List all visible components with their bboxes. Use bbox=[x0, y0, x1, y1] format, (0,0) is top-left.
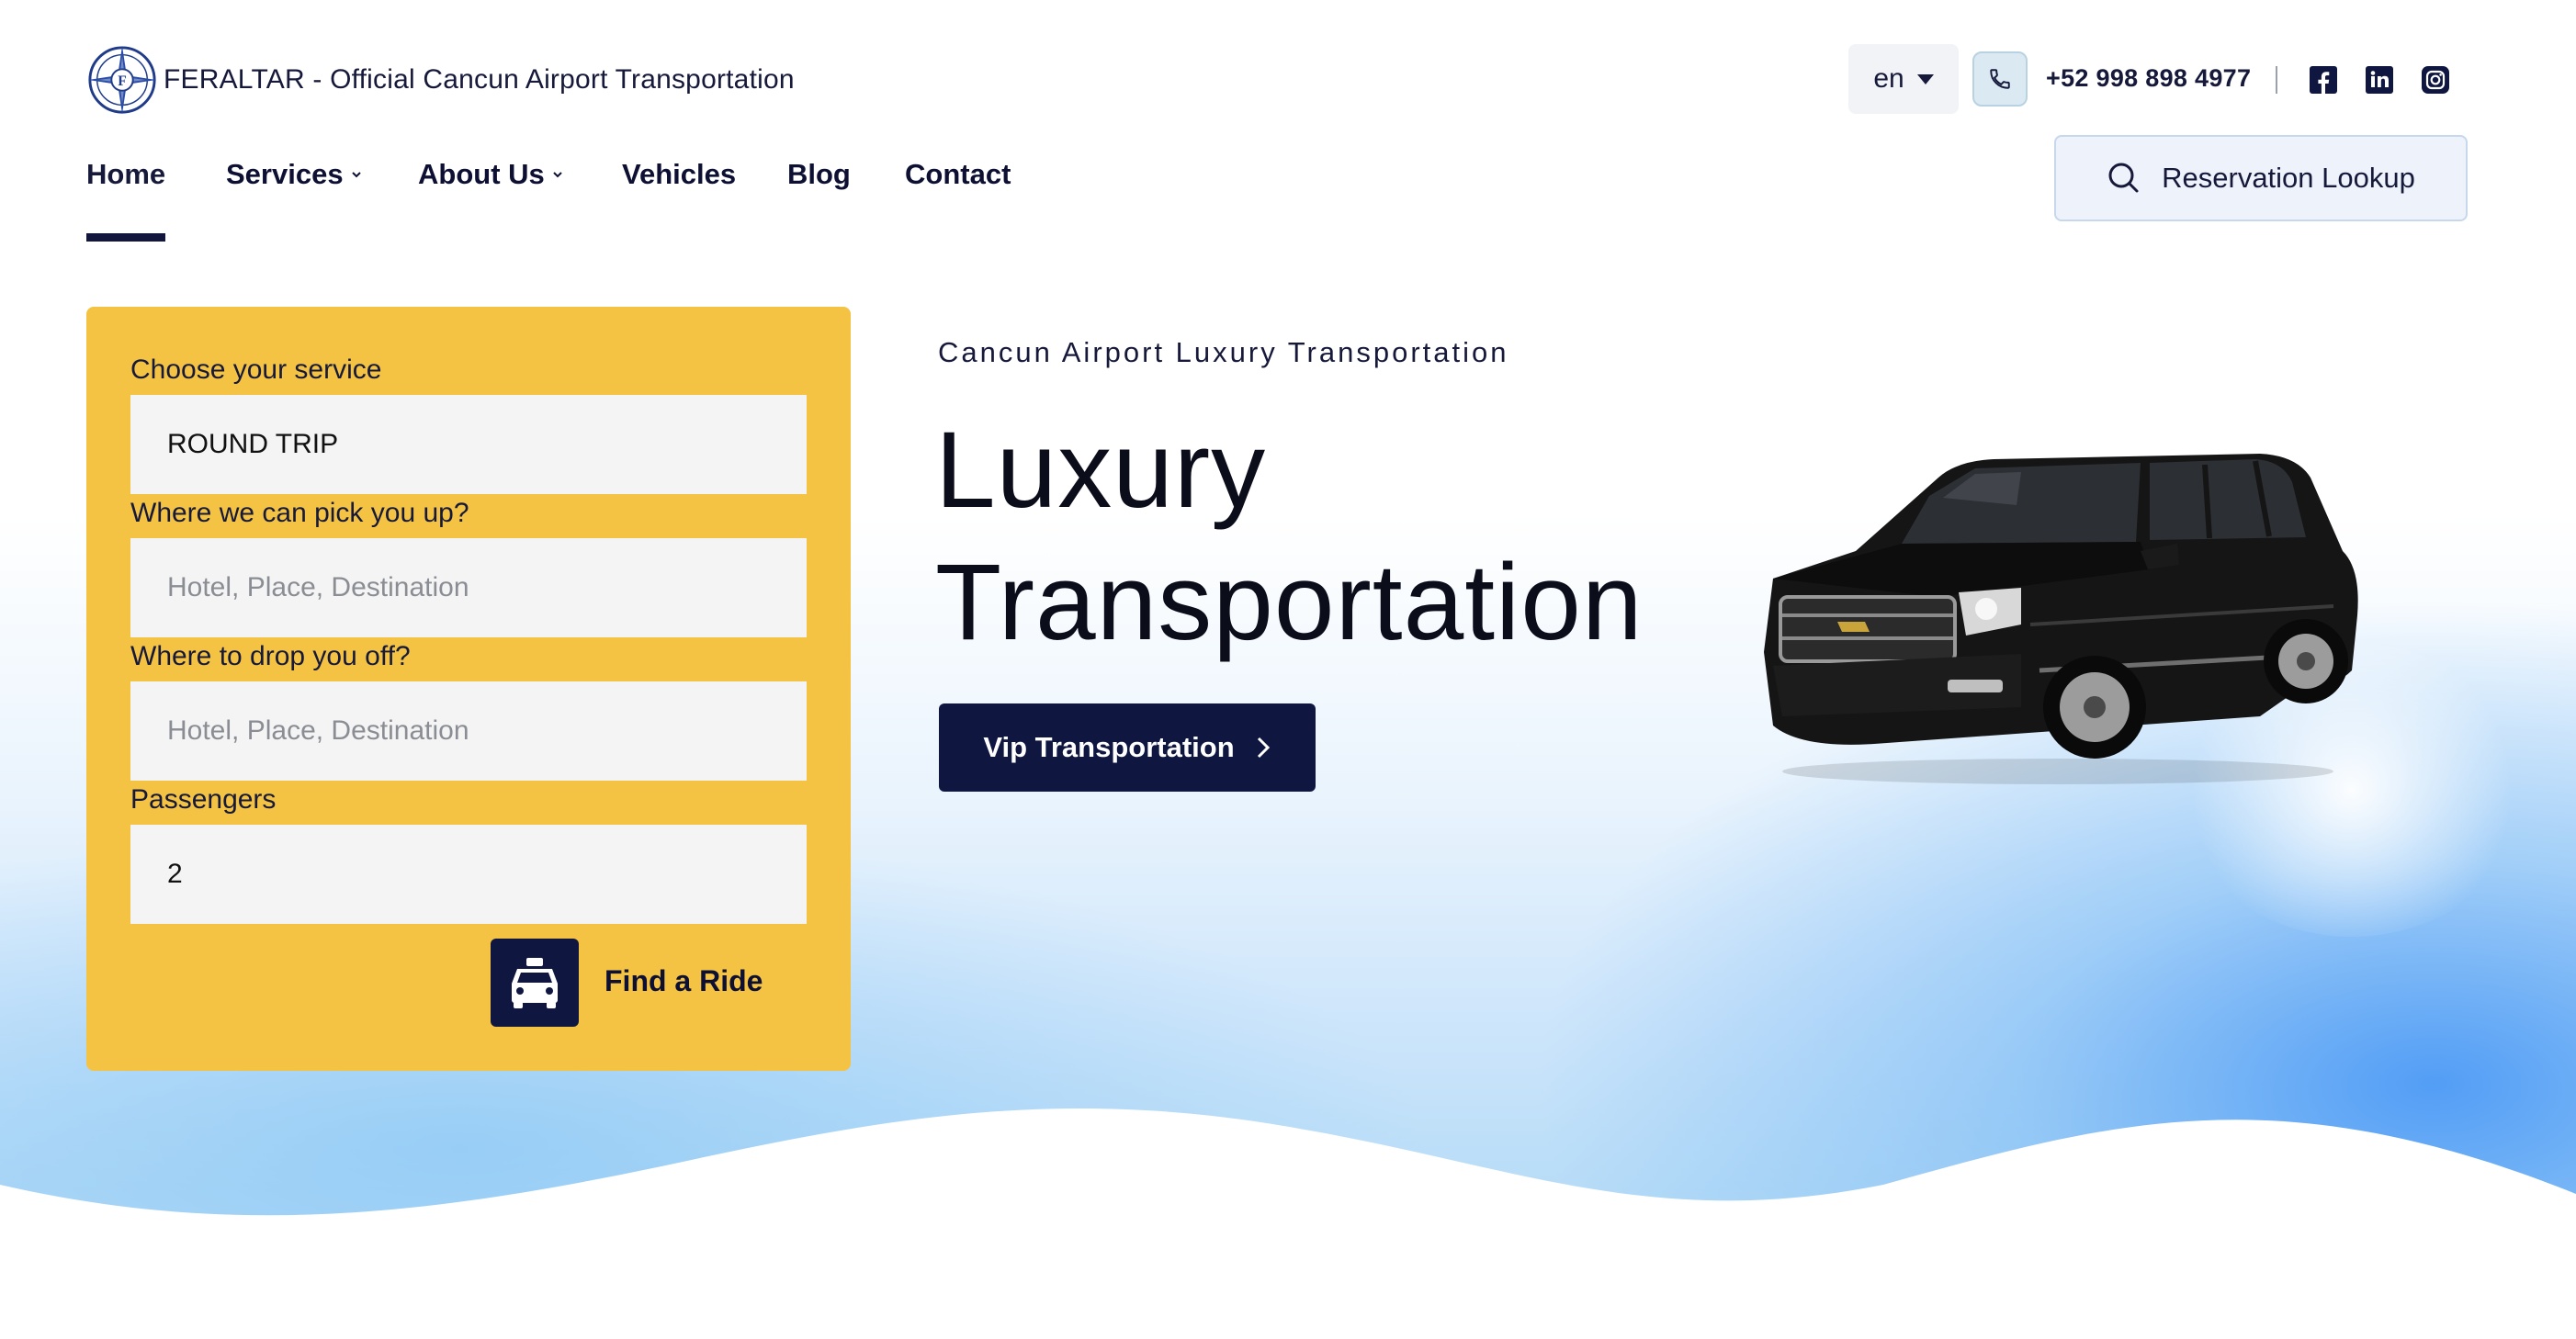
nav-about-us[interactable]: About Us bbox=[418, 156, 563, 193]
dropoff-input[interactable]: Hotel, Place, Destination bbox=[130, 681, 807, 781]
service-select[interactable]: ROUND TRIP bbox=[130, 395, 807, 494]
reservation-lookup-label: Reservation Lookup bbox=[2162, 162, 2415, 194]
vip-transportation-button[interactable]: Vip Transportation bbox=[939, 703, 1316, 792]
pickup-label: Where we can pick you up? bbox=[130, 498, 469, 528]
service-label: Choose your service bbox=[130, 354, 382, 385]
pickup-input[interactable]: Hotel, Place, Destination bbox=[130, 538, 807, 637]
phone-icon bbox=[1990, 69, 2010, 89]
bottom-wave bbox=[0, 1108, 2576, 1339]
vip-transportation-label: Vip Transportation bbox=[983, 731, 1235, 763]
language-value: en bbox=[1873, 63, 1904, 94]
brand-name: FERALTAR - Official Cancun Airport Trans… bbox=[164, 64, 795, 95]
passengers-input[interactable]: 2 bbox=[130, 825, 807, 924]
search-icon bbox=[2108, 163, 2139, 193]
chevron-down-icon bbox=[351, 172, 361, 178]
hero-headline-line2: Transportation bbox=[935, 542, 1644, 663]
brand[interactable]: F FERALTAR - Official Cancun Airport Tra… bbox=[86, 44, 795, 116]
chevron-down-icon bbox=[553, 172, 562, 178]
reservation-lookup-button[interactable]: Reservation Lookup bbox=[2054, 135, 2468, 221]
chevron-right-icon bbox=[1257, 737, 1270, 759]
nav-vehicles[interactable]: Vehicles bbox=[622, 156, 736, 193]
nav-about-label: About Us bbox=[418, 158, 545, 190]
phone-number-link[interactable]: +52 998 898 4977 bbox=[2046, 64, 2251, 93]
caret-down-icon bbox=[1916, 73, 1934, 84]
taxi-icon bbox=[512, 958, 558, 1008]
phone-button[interactable] bbox=[1972, 51, 2028, 107]
suv-image bbox=[1764, 454, 2358, 784]
passengers-label: Passengers bbox=[130, 784, 277, 815]
booking-form: Choose your service ROUND TRIP Where we … bbox=[86, 307, 851, 1071]
nav-contact[interactable]: Contact bbox=[905, 156, 1011, 193]
find-ride-label[interactable]: Find a Ride bbox=[604, 964, 763, 998]
nav-home-label: Home bbox=[86, 158, 166, 190]
active-nav-indicator bbox=[86, 233, 165, 242]
svg-text:F: F bbox=[118, 73, 127, 89]
divider bbox=[2276, 66, 2277, 94]
nav-vehicles-label: Vehicles bbox=[622, 158, 737, 190]
nav-services-label: Services bbox=[226, 158, 344, 190]
compass-logo-icon: F bbox=[87, 45, 157, 115]
instagram-icon[interactable] bbox=[2420, 64, 2451, 96]
nav-contact-label: Contact bbox=[905, 158, 1011, 190]
linkedin-icon[interactable] bbox=[2364, 64, 2395, 96]
facebook-icon[interactable] bbox=[2308, 64, 2339, 96]
nav-home[interactable]: Home bbox=[86, 156, 165, 193]
nav-blog[interactable]: Blog bbox=[787, 156, 851, 193]
hero-headline-line1: Luxury bbox=[935, 410, 1267, 531]
language-selector[interactable]: en bbox=[1848, 44, 1959, 114]
find-ride-button[interactable] bbox=[491, 939, 579, 1027]
hero-eyebrow: Cancun Airport Luxury Transportation bbox=[938, 336, 1509, 368]
nav-blog-label: Blog bbox=[787, 158, 851, 190]
hero-headline: Luxury Transportation bbox=[935, 404, 1643, 669]
nav-services[interactable]: Services bbox=[226, 156, 362, 193]
dropoff-label: Where to drop you off? bbox=[130, 641, 411, 671]
